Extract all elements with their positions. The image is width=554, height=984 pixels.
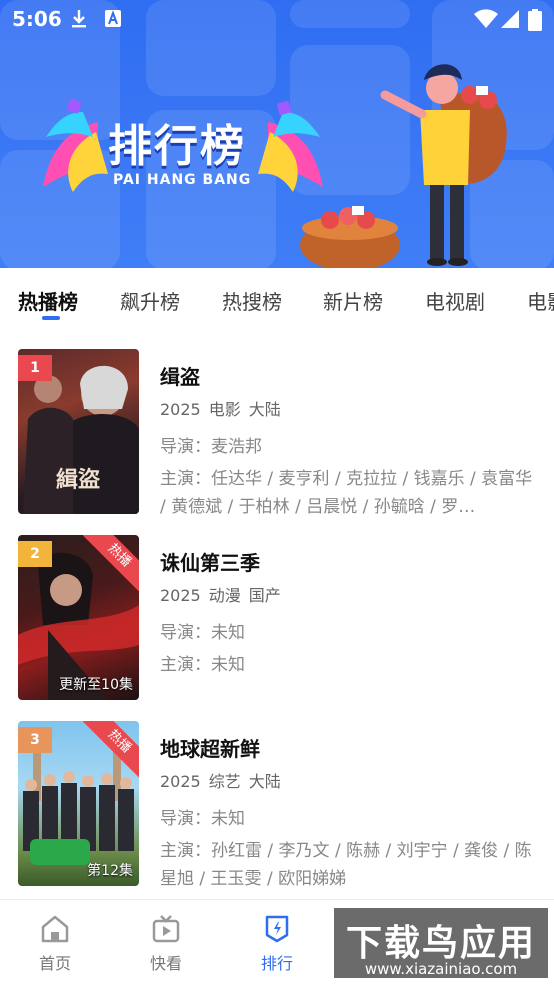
mascot-illustration	[300, 64, 507, 268]
status-bar: 5:06	[0, 0, 554, 38]
poster-image[interactable]: 2 热播 更新至10集	[18, 535, 139, 700]
item-year: 2025	[160, 400, 201, 419]
wifi-icon	[474, 9, 498, 28]
item-director: 导演：麦浩邦	[160, 437, 262, 457]
item-title[interactable]: 缉盗	[160, 361, 540, 390]
watermark-logo: 下载鸟应用 www.xiazainiao.com	[332, 906, 550, 980]
tab-movie[interactable]: 电影	[527, 286, 554, 315]
tv-play-icon	[152, 915, 180, 943]
item-title[interactable]: 诛仙第三季	[160, 547, 540, 576]
item-meta: 2025 动漫 国产	[160, 582, 540, 606]
item-year: 2025	[160, 772, 201, 791]
svg-text:緝盜: 緝盜	[56, 467, 100, 493]
list-item[interactable]: 3 热播 第12集 地球超新鲜 2025 综艺 大陆 导演：未知 主演：孙红雷 / …	[0, 721, 554, 891]
watermark-url: www.xiazainiao.com	[364, 960, 518, 978]
font-a-icon	[105, 10, 121, 27]
rank-badge: 2	[18, 541, 52, 567]
item-region: 大陆	[248, 772, 281, 791]
item-meta: 2025 电影 大陆	[160, 396, 540, 420]
item-year: 2025	[160, 586, 201, 605]
download-icon	[72, 10, 86, 28]
rank-badge: 1	[18, 355, 52, 381]
item-cast: 主演：孙红雷 / 李乃文 / 陈赫 / 刘宇宁 / 龚俊 / 陈星旭 / 王玉雯…	[160, 841, 532, 889]
item-cast: 主演：未知	[160, 655, 245, 675]
item-director: 导演：未知	[160, 623, 245, 643]
banner-title: 排行榜	[108, 121, 246, 172]
ranking-tabs: 热播榜 飙升榜 热搜榜 新片榜 电视剧 电影	[0, 268, 554, 328]
list-item[interactable]: 2 热播 更新至10集 诛仙第三季 2025 动漫 国产 导演：未知 主演：未知	[0, 535, 554, 705]
item-type: 动漫	[208, 586, 241, 605]
nav-ranking[interactable]: 排行	[242, 914, 312, 974]
poster-image[interactable]: 3 热播 第12集	[18, 721, 139, 886]
status-time: 5:06	[12, 7, 62, 31]
item-region: 国产	[248, 586, 281, 605]
episode-caption: 更新至10集	[59, 677, 133, 693]
tab-rising[interactable]: 飙升榜	[120, 286, 180, 315]
ranking-banner: 5:06 排行榜 PAI HANG BANG	[0, 0, 554, 268]
tab-new-release[interactable]: 新片榜	[323, 286, 383, 315]
nav-quick-watch[interactable]: 快看	[131, 914, 201, 974]
banner-subtitle: PAI HANG BANG	[113, 172, 252, 188]
tab-hot-play[interactable]: 热播榜	[18, 286, 78, 315]
item-director: 导演：未知	[160, 809, 245, 829]
nav-home[interactable]: 首页	[20, 914, 90, 974]
battery-icon	[528, 9, 542, 31]
tab-hot-search[interactable]: 热搜榜	[222, 286, 282, 315]
item-title[interactable]: 地球超新鲜	[160, 733, 540, 762]
poster-image[interactable]: 緝盜 1	[18, 349, 139, 514]
tab-tv-series[interactable]: 电视剧	[425, 286, 485, 315]
item-meta: 2025 综艺 大陆	[160, 768, 540, 792]
nav-quick-watch-label: 快看	[149, 954, 182, 973]
active-tab-indicator	[42, 316, 60, 320]
home-icon	[41, 915, 69, 943]
watermark-title: 下载鸟应用	[345, 923, 536, 964]
signal-icon	[501, 10, 519, 28]
nav-home-label: 首页	[38, 954, 71, 973]
nav-ranking-label: 排行	[260, 954, 293, 973]
item-cast: 主演：任达华 / 麦亨利 / 克拉拉 / 钱嘉乐 / 袁富华 / 黄德斌 / 于…	[160, 469, 533, 517]
item-type: 电影	[208, 400, 241, 419]
ranking-icon	[265, 915, 289, 943]
rank-badge: 3	[18, 727, 52, 753]
item-type: 综艺	[208, 772, 241, 791]
episode-caption: 第12集	[87, 863, 133, 879]
list-item[interactable]: 緝盜 1 缉盗 2025 电影 大陆 导演：麦浩邦 主演：任达华 / 麦亨利 / 克…	[0, 349, 554, 519]
item-region: 大陆	[248, 400, 281, 419]
